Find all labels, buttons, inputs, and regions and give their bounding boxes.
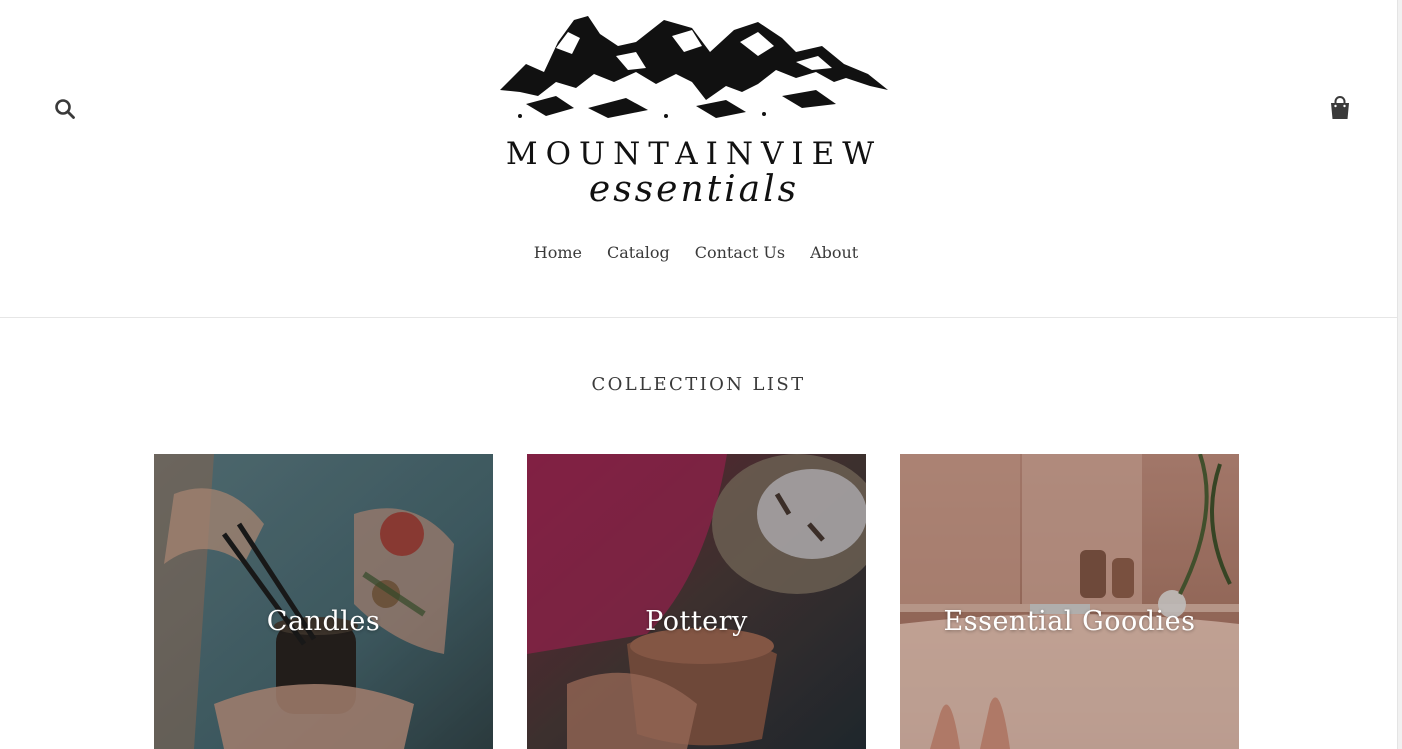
collection-card-candles[interactable]: Candles [154, 454, 493, 749]
logo-wordmark: MOUNTAINVIEW [505, 136, 883, 172]
candles-image [154, 454, 493, 749]
collection-card-label: Essential Goodies [943, 606, 1196, 637]
collection-card-label: Pottery [645, 606, 748, 637]
search-icon [55, 99, 75, 119]
collection-card-label: Candles [266, 606, 381, 637]
scrollbar-edge [1397, 0, 1402, 749]
pottery-image [527, 454, 866, 749]
essential-goodies-image [900, 454, 1239, 749]
mountain-logo-graphic [500, 16, 888, 118]
logo-script-text: essentials [588, 169, 800, 210]
cart-icon [1331, 96, 1349, 119]
page: MOUNTAINVIEW essentials Home Catalog Con… [0, 0, 1402, 749]
collection-card-essential-goodies[interactable]: Essential Goodies [900, 454, 1239, 749]
search-button[interactable] [52, 96, 78, 122]
cart-button[interactable] [1326, 94, 1354, 122]
nav-item-catalog[interactable]: Catalog [607, 243, 670, 262]
nav-item-about[interactable]: About [810, 243, 858, 262]
main-navigation: Home Catalog Contact Us About [0, 243, 1397, 262]
collection-list-title: COLLECTION LIST [591, 374, 806, 395]
nav-item-home[interactable]: Home [534, 243, 582, 262]
site-logo[interactable]: MOUNTAINVIEW essentials [496, 12, 892, 208]
site-header: MOUNTAINVIEW essentials Home Catalog Con… [0, 0, 1397, 318]
nav-item-contact-us[interactable]: Contact Us [695, 243, 785, 262]
collection-card-pottery[interactable]: Pottery [527, 454, 866, 749]
